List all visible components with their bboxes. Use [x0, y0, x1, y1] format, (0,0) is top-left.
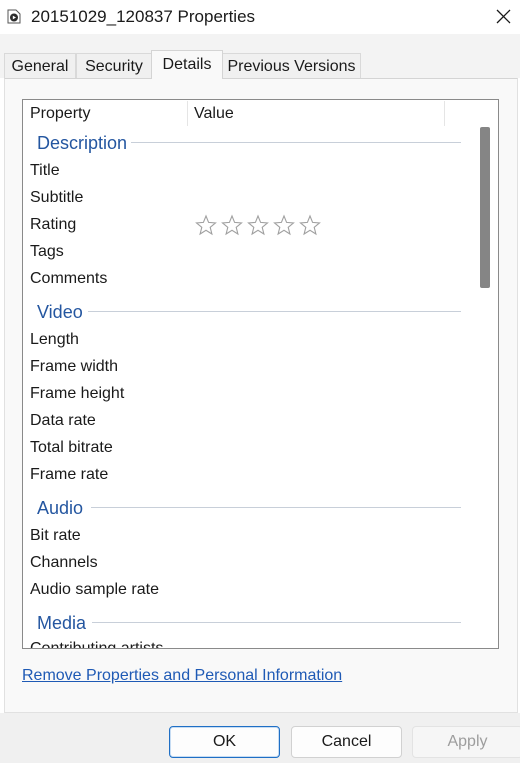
column-divider[interactable]: [187, 101, 188, 126]
property-frame-width[interactable]: Frame width: [30, 359, 118, 375]
property-frame-rate[interactable]: Frame rate: [30, 467, 108, 483]
tab-previous-versions[interactable]: Previous Versions: [222, 53, 361, 78]
close-button[interactable]: [486, 0, 520, 34]
property-channels[interactable]: Channels: [30, 555, 98, 571]
section-divider: [92, 622, 461, 623]
property-title[interactable]: Title: [30, 163, 60, 179]
tab-general[interactable]: General: [4, 53, 76, 78]
star-icon[interactable]: [221, 214, 243, 236]
section-media: Media: [37, 613, 87, 633]
property-subtitle[interactable]: Subtitle: [30, 190, 83, 206]
property-total-bitrate[interactable]: Total bitrate: [30, 440, 113, 456]
video-file-icon: [7, 9, 21, 24]
section-divider: [91, 507, 461, 508]
section-divider: [88, 311, 461, 312]
section-description: Description: [37, 133, 128, 153]
section-audio: Audio: [37, 498, 84, 518]
property-audio-sample-rate[interactable]: Audio sample rate: [30, 582, 159, 598]
apply-button[interactable]: Apply: [412, 726, 520, 758]
property-bit-rate[interactable]: Bit rate: [30, 528, 81, 544]
scrollbar-thumb[interactable]: [480, 127, 490, 288]
property-frame-height[interactable]: Frame height: [30, 386, 124, 402]
star-icon[interactable]: [247, 214, 269, 236]
window-title: 20151029_120837 Properties: [31, 7, 256, 26]
property-rating[interactable]: Rating: [30, 217, 76, 233]
tab-details[interactable]: Details: [151, 50, 223, 79]
property-comments[interactable]: Comments: [30, 271, 107, 287]
cancel-button[interactable]: Cancel: [291, 726, 402, 758]
property-length[interactable]: Length: [30, 332, 79, 348]
column-header-property[interactable]: Property: [30, 106, 90, 122]
section-video: Video: [37, 302, 83, 322]
star-icon[interactable]: [273, 214, 295, 236]
close-icon: [496, 9, 511, 24]
remove-properties-link[interactable]: Remove Properties and Personal Informati…: [22, 667, 342, 685]
section-divider: [131, 142, 461, 143]
title-bar: 20151029_120837 Properties: [0, 0, 520, 34]
ok-button[interactable]: OK: [169, 726, 280, 758]
property-data-rate[interactable]: Data rate: [30, 413, 96, 429]
star-icon[interactable]: [299, 214, 321, 236]
star-icon[interactable]: [195, 214, 217, 236]
property-tags[interactable]: Tags: [30, 244, 64, 260]
property-contributing-artists[interactable]: Contributing artists: [30, 641, 470, 648]
column-header-value[interactable]: Value: [194, 106, 234, 122]
tab-security[interactable]: Security: [76, 53, 152, 78]
column-divider[interactable]: [444, 101, 445, 126]
